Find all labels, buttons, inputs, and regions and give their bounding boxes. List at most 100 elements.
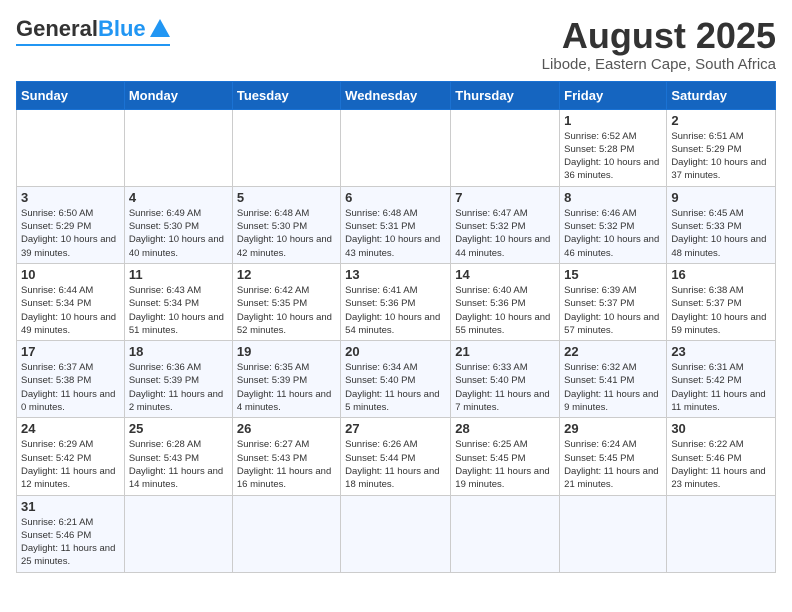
day-number: 4	[129, 190, 228, 205]
week-row-5: 31Sunrise: 6:21 AM Sunset: 5:46 PM Dayli…	[17, 495, 776, 572]
day-number: 31	[21, 499, 120, 514]
days-of-week-row: SundayMondayTuesdayWednesdayThursdayFrid…	[17, 81, 776, 109]
calendar-table: SundayMondayTuesdayWednesdayThursdayFrid…	[16, 81, 776, 573]
day-info: Sunrise: 6:36 AM Sunset: 5:39 PM Dayligh…	[129, 361, 228, 414]
day-number: 1	[564, 113, 662, 128]
calendar-cell: 10 Sunrise: 6:44 AM Sunset: 5:34 PM Dayli…	[17, 263, 125, 340]
calendar-cell: 31Sunrise: 6:21 AM Sunset: 5:46 PM Dayli…	[17, 495, 125, 572]
logo-underline	[16, 44, 170, 46]
day-number: 18	[129, 344, 228, 359]
calendar-cell: 12 Sunrise: 6:42 AM Sunset: 5:35 PM Dayli…	[232, 263, 340, 340]
day-of-week-friday: Friday	[560, 81, 667, 109]
day-number: 11	[129, 267, 228, 282]
logo: General Blue	[16, 16, 170, 46]
calendar-body: 1 Sunrise: 6:52 AM Sunset: 5:28 PM Daylig…	[17, 109, 776, 572]
day-info: Sunrise: 6:45 AM Sunset: 5:33 PM Dayligh…	[671, 207, 771, 260]
day-number: 23	[671, 344, 771, 359]
logo-blue-text: Blue	[98, 16, 146, 42]
calendar-cell: 25 Sunrise: 6:28 AM Sunset: 5:43 PM Dayli…	[124, 418, 232, 495]
day-number: 19	[237, 344, 336, 359]
day-info: Sunrise: 6:51 AM Sunset: 5:29 PM Dayligh…	[671, 130, 771, 183]
day-number: 25	[129, 421, 228, 436]
day-number: 8	[564, 190, 662, 205]
calendar-cell: 4Sunrise: 6:49 AM Sunset: 5:30 PM Daylig…	[124, 186, 232, 263]
calendar-cell	[17, 109, 125, 186]
calendar-cell: 17 Sunrise: 6:37 AM Sunset: 5:38 PM Dayli…	[17, 341, 125, 418]
day-number: 17	[21, 344, 120, 359]
day-info: Sunrise: 6:35 AM Sunset: 5:39 PM Dayligh…	[237, 361, 336, 414]
calendar-cell: 9 Sunrise: 6:45 AM Sunset: 5:33 PM Daylig…	[667, 186, 776, 263]
calendar-cell: 1 Sunrise: 6:52 AM Sunset: 5:28 PM Daylig…	[560, 109, 667, 186]
day-number: 20	[345, 344, 446, 359]
calendar-cell: 3Sunrise: 6:50 AM Sunset: 5:29 PM Daylig…	[17, 186, 125, 263]
calendar-cell: 14Sunrise: 6:40 AM Sunset: 5:36 PM Dayli…	[451, 263, 560, 340]
calendar-cell: 13Sunrise: 6:41 AM Sunset: 5:36 PM Dayli…	[341, 263, 451, 340]
week-row-3: 17 Sunrise: 6:37 AM Sunset: 5:38 PM Dayli…	[17, 341, 776, 418]
week-row-0: 1 Sunrise: 6:52 AM Sunset: 5:28 PM Daylig…	[17, 109, 776, 186]
calendar-cell: 24 Sunrise: 6:29 AM Sunset: 5:42 PM Dayli…	[17, 418, 125, 495]
day-number: 12	[237, 267, 336, 282]
calendar-cell: 15 Sunrise: 6:39 AM Sunset: 5:37 PM Dayli…	[560, 263, 667, 340]
day-info: Sunrise: 6:32 AM Sunset: 5:41 PM Dayligh…	[564, 361, 662, 414]
day-number: 30	[671, 421, 771, 436]
day-info: Sunrise: 6:39 AM Sunset: 5:37 PM Dayligh…	[564, 284, 662, 337]
day-number: 26	[237, 421, 336, 436]
day-info: Sunrise: 6:48 AM Sunset: 5:30 PM Dayligh…	[237, 207, 336, 260]
calendar-cell: 21Sunrise: 6:33 AM Sunset: 5:40 PM Dayli…	[451, 341, 560, 418]
day-number: 15	[564, 267, 662, 282]
day-of-week-monday: Monday	[124, 81, 232, 109]
calendar-cell: 11 Sunrise: 6:43 AM Sunset: 5:34 PM Dayli…	[124, 263, 232, 340]
day-of-week-tuesday: Tuesday	[232, 81, 340, 109]
day-number: 29	[564, 421, 662, 436]
calendar-cell: 20 Sunrise: 6:34 AM Sunset: 5:40 PM Dayli…	[341, 341, 451, 418]
day-number: 28	[455, 421, 555, 436]
day-info: Sunrise: 6:48 AM Sunset: 5:31 PM Dayligh…	[345, 207, 446, 260]
day-info: Sunrise: 6:44 AM Sunset: 5:34 PM Dayligh…	[21, 284, 120, 337]
day-number: 9	[671, 190, 771, 205]
day-number: 6	[345, 190, 446, 205]
calendar-cell	[451, 495, 560, 572]
calendar-cell: 26Sunrise: 6:27 AM Sunset: 5:43 PM Dayli…	[232, 418, 340, 495]
week-row-2: 10 Sunrise: 6:44 AM Sunset: 5:34 PM Dayli…	[17, 263, 776, 340]
day-of-week-wednesday: Wednesday	[341, 81, 451, 109]
day-info: Sunrise: 6:28 AM Sunset: 5:43 PM Dayligh…	[129, 438, 228, 491]
day-number: 10	[21, 267, 120, 282]
day-info: Sunrise: 6:29 AM Sunset: 5:42 PM Dayligh…	[21, 438, 120, 491]
day-info: Sunrise: 6:46 AM Sunset: 5:32 PM Dayligh…	[564, 207, 662, 260]
calendar-cell: 29Sunrise: 6:24 AM Sunset: 5:45 PM Dayli…	[560, 418, 667, 495]
calendar-cell	[124, 495, 232, 572]
calendar-cell	[232, 109, 340, 186]
calendar-cell	[560, 495, 667, 572]
day-info: Sunrise: 6:52 AM Sunset: 5:28 PM Dayligh…	[564, 130, 662, 183]
calendar-cell: 19 Sunrise: 6:35 AM Sunset: 5:39 PM Dayli…	[232, 341, 340, 418]
day-number: 2	[671, 113, 771, 128]
week-row-1: 3Sunrise: 6:50 AM Sunset: 5:29 PM Daylig…	[17, 186, 776, 263]
day-of-week-sunday: Sunday	[17, 81, 125, 109]
calendar-cell: 6 Sunrise: 6:48 AM Sunset: 5:31 PM Daylig…	[341, 186, 451, 263]
calendar-cell	[451, 109, 560, 186]
day-info: Sunrise: 6:34 AM Sunset: 5:40 PM Dayligh…	[345, 361, 446, 414]
day-info: Sunrise: 6:47 AM Sunset: 5:32 PM Dayligh…	[455, 207, 555, 260]
calendar-cell	[232, 495, 340, 572]
calendar-header: SundayMondayTuesdayWednesdayThursdayFrid…	[17, 81, 776, 109]
calendar-cell: 8 Sunrise: 6:46 AM Sunset: 5:32 PM Daylig…	[560, 186, 667, 263]
calendar-cell	[124, 109, 232, 186]
day-info: Sunrise: 6:42 AM Sunset: 5:35 PM Dayligh…	[237, 284, 336, 337]
day-info: Sunrise: 6:50 AM Sunset: 5:29 PM Dayligh…	[21, 207, 120, 260]
day-info: Sunrise: 6:37 AM Sunset: 5:38 PM Dayligh…	[21, 361, 120, 414]
day-info: Sunrise: 6:40 AM Sunset: 5:36 PM Dayligh…	[455, 284, 555, 337]
day-info: Sunrise: 6:26 AM Sunset: 5:44 PM Dayligh…	[345, 438, 446, 491]
day-info: Sunrise: 6:38 AM Sunset: 5:37 PM Dayligh…	[671, 284, 771, 337]
calendar-cell: 18 Sunrise: 6:36 AM Sunset: 5:39 PM Dayli…	[124, 341, 232, 418]
calendar-cell: 5Sunrise: 6:48 AM Sunset: 5:30 PM Daylig…	[232, 186, 340, 263]
title-block: August 2025 Libode, Eastern Cape, South …	[542, 16, 776, 73]
day-number: 22	[564, 344, 662, 359]
day-number: 24	[21, 421, 120, 436]
calendar-cell: 22 Sunrise: 6:32 AM Sunset: 5:41 PM Dayli…	[560, 341, 667, 418]
day-number: 13	[345, 267, 446, 282]
calendar-subtitle: Libode, Eastern Cape, South Africa	[542, 56, 776, 73]
day-number: 16	[671, 267, 771, 282]
day-info: Sunrise: 6:43 AM Sunset: 5:34 PM Dayligh…	[129, 284, 228, 337]
day-number: 27	[345, 421, 446, 436]
day-number: 21	[455, 344, 555, 359]
